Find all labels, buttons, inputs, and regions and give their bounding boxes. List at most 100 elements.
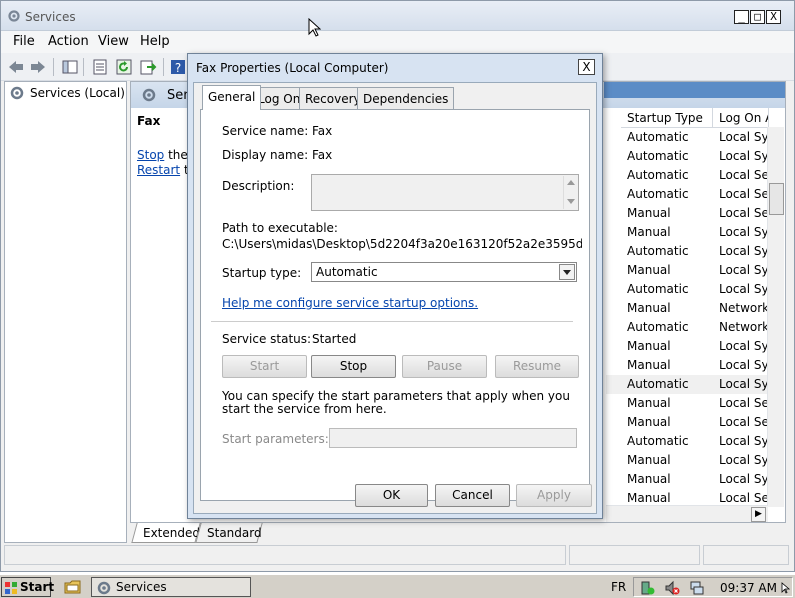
properties-icon[interactable]: [91, 58, 109, 76]
table-row[interactable]: Manual Local Syst: [606, 261, 769, 280]
export-list-icon[interactable]: [139, 58, 157, 76]
tree-item-services-local[interactable]: Services (Local): [9, 85, 125, 101]
services-gear-icon: [97, 581, 111, 595]
network-icon[interactable]: [689, 580, 705, 596]
restart-service-link[interactable]: Restart: [137, 163, 180, 177]
vertical-scrollbar[interactable]: [767, 127, 784, 507]
menu-bar: File Action View Help: [1, 31, 794, 53]
start-parameters-label: Start parameters:: [222, 432, 329, 446]
table-row[interactable]: Automatic Local Syst: [606, 280, 769, 299]
table-row[interactable]: Automatic Local Syst: [606, 432, 769, 451]
table-row[interactable]: Automatic Local Syst: [606, 128, 769, 147]
language-indicator[interactable]: FR: [611, 580, 626, 594]
back-arrow-icon[interactable]: [7, 58, 25, 76]
stop-button[interactable]: Stop: [311, 355, 396, 378]
table-row[interactable]: Manual Local Syst: [606, 470, 769, 489]
table-row[interactable]: Manual Local Syst: [606, 223, 769, 242]
startup-type-cell: Manual: [627, 206, 671, 220]
column-header-log-on-as[interactable]: Log On A: [713, 108, 769, 128]
menu-action[interactable]: Action: [48, 34, 89, 49]
horizontal-scrollbar[interactable]: ▶: [606, 505, 768, 522]
log-on-as-cell: Local Serv: [719, 491, 769, 505]
help-icon[interactable]: ?: [169, 58, 187, 76]
tab-standard[interactable]: Standard: [195, 523, 263, 543]
vertical-scroll-thumb[interactable]: [769, 183, 784, 215]
start-parameters-input[interactable]: [329, 428, 577, 448]
header-highlight: [604, 82, 785, 98]
table-row[interactable]: Automatic Local Serv: [606, 166, 769, 185]
taskbar-item-services[interactable]: Services: [91, 577, 251, 597]
log-on-as-cell: Local Syst: [719, 225, 769, 239]
explorer-folder-icon[interactable]: [64, 579, 81, 595]
stop-service-link[interactable]: Stop: [137, 148, 164, 162]
menu-view[interactable]: View: [98, 34, 129, 49]
maximize-button[interactable]: □: [750, 10, 765, 24]
title-bar[interactable]: Services _ □ X: [1, 1, 794, 31]
column-header-startup-type[interactable]: Startup Type: [621, 108, 713, 128]
table-row[interactable]: Manual Local Serv: [606, 413, 769, 432]
services-gear-icon: [10, 86, 24, 100]
startup-type-select[interactable]: Automatic: [311, 262, 577, 282]
startup-type-cell: Manual: [627, 225, 671, 239]
apply-button[interactable]: Apply: [516, 484, 592, 507]
tree-item-label: Services (Local): [30, 86, 125, 100]
start-button[interactable]: Start: [222, 355, 307, 378]
table-row[interactable]: Manual Local Serv: [606, 204, 769, 223]
table-row[interactable]: Automatic Network S: [606, 318, 769, 337]
tab-extended[interactable]: Extended: [131, 523, 201, 543]
startup-type-cell: Manual: [627, 491, 671, 505]
pause-button[interactable]: Pause: [402, 355, 487, 378]
startup-type-cell: Manual: [627, 358, 671, 372]
table-row[interactable]: Manual Local Serv: [606, 394, 769, 413]
tab-dependencies[interactable]: Dependencies: [357, 87, 455, 109]
fax-properties-dialog: Fax Properties (Local Computer) X Genera…: [187, 53, 603, 519]
startup-type-cell: Automatic: [627, 282, 689, 296]
refresh-icon[interactable]: [115, 58, 133, 76]
table-row[interactable]: Automatic Local Syst: [606, 242, 769, 261]
start-button-taskbar[interactable]: Start: [1, 577, 54, 597]
startup-type-value: Automatic: [316, 265, 378, 279]
display-name-label: Display name:: [222, 148, 309, 162]
startup-type-cell: Manual: [627, 472, 671, 486]
action-center-icon[interactable]: [639, 580, 655, 596]
menu-file[interactable]: File: [13, 34, 35, 49]
mouse-cursor-icon: [308, 18, 321, 37]
cancel-button[interactable]: Cancel: [435, 484, 510, 507]
menu-help[interactable]: Help: [140, 34, 170, 49]
table-row[interactable]: Manual Local Syst: [606, 451, 769, 470]
chevron-down-icon[interactable]: [559, 264, 575, 280]
table-row[interactable]: Manual Network S: [606, 299, 769, 318]
dialog-close-button[interactable]: X: [578, 59, 595, 75]
service-detail-title: Fax: [137, 114, 161, 128]
service-name-label: Service name:: [222, 124, 309, 138]
log-on-as-cell: Local Syst: [719, 472, 769, 486]
resume-button[interactable]: Resume: [495, 355, 579, 378]
tab-general[interactable]: General: [202, 85, 262, 110]
log-on-as-cell: Local Syst: [719, 244, 769, 258]
show-hide-tree-icon[interactable]: [61, 58, 79, 76]
description-box[interactable]: [311, 174, 579, 211]
startup-type-label: Startup type:: [222, 266, 302, 280]
help-configure-link[interactable]: Help me configure service startup option…: [222, 296, 478, 310]
table-row[interactable]: Automatic Local Serv: [606, 185, 769, 204]
startup-type-cell: Manual: [627, 263, 671, 277]
log-on-as-cell: Local Syst: [719, 263, 769, 277]
taskbar: Start Services FR 09:37 AM: [0, 574, 795, 598]
table-row[interactable]: Automatic Local Syst: [606, 147, 769, 166]
description-scrollbar[interactable]: [563, 176, 577, 209]
startup-type-cell: Automatic: [627, 320, 689, 334]
path-value: C:\Users\midas\Desktop\5d2204f3a20e16312…: [222, 237, 582, 251]
table-row[interactable]: Manual Local Syst: [606, 337, 769, 356]
volume-muted-icon[interactable]: [664, 580, 680, 596]
table-row[interactable]: Manual Local Syst: [606, 356, 769, 375]
ok-button[interactable]: OK: [355, 484, 428, 507]
startup-type-cell: Automatic: [627, 187, 689, 201]
table-row[interactable]: Automatic Local Syst: [606, 375, 769, 394]
clock[interactable]: 09:37 AM: [720, 581, 777, 595]
scroll-right-button[interactable]: ▶: [751, 507, 766, 522]
close-button[interactable]: X: [766, 10, 781, 24]
log-on-as-cell: Local Syst: [719, 453, 769, 467]
windows-logo-icon: [5, 582, 17, 594]
minimize-button[interactable]: _: [734, 10, 749, 24]
forward-arrow-icon[interactable]: [29, 58, 47, 76]
